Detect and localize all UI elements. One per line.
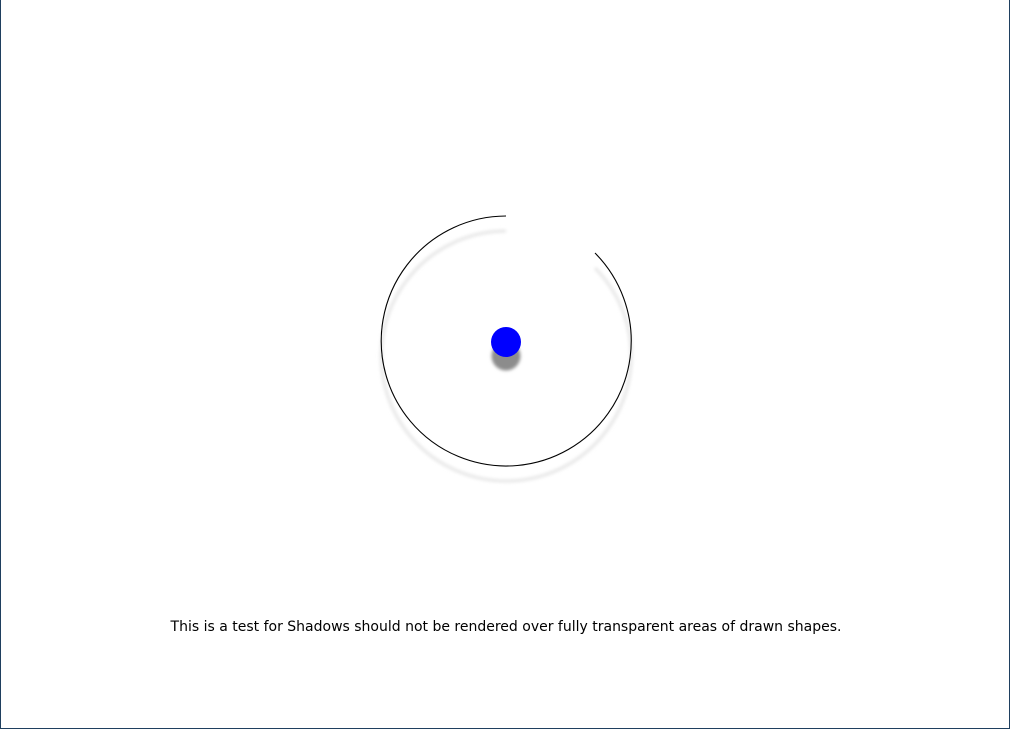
test-description-text: This is a test for Shadows should not be…	[170, 619, 842, 635]
app-window: This is a test for Shadows should not be…	[0, 0, 1010, 729]
blue-dot	[491, 327, 521, 357]
